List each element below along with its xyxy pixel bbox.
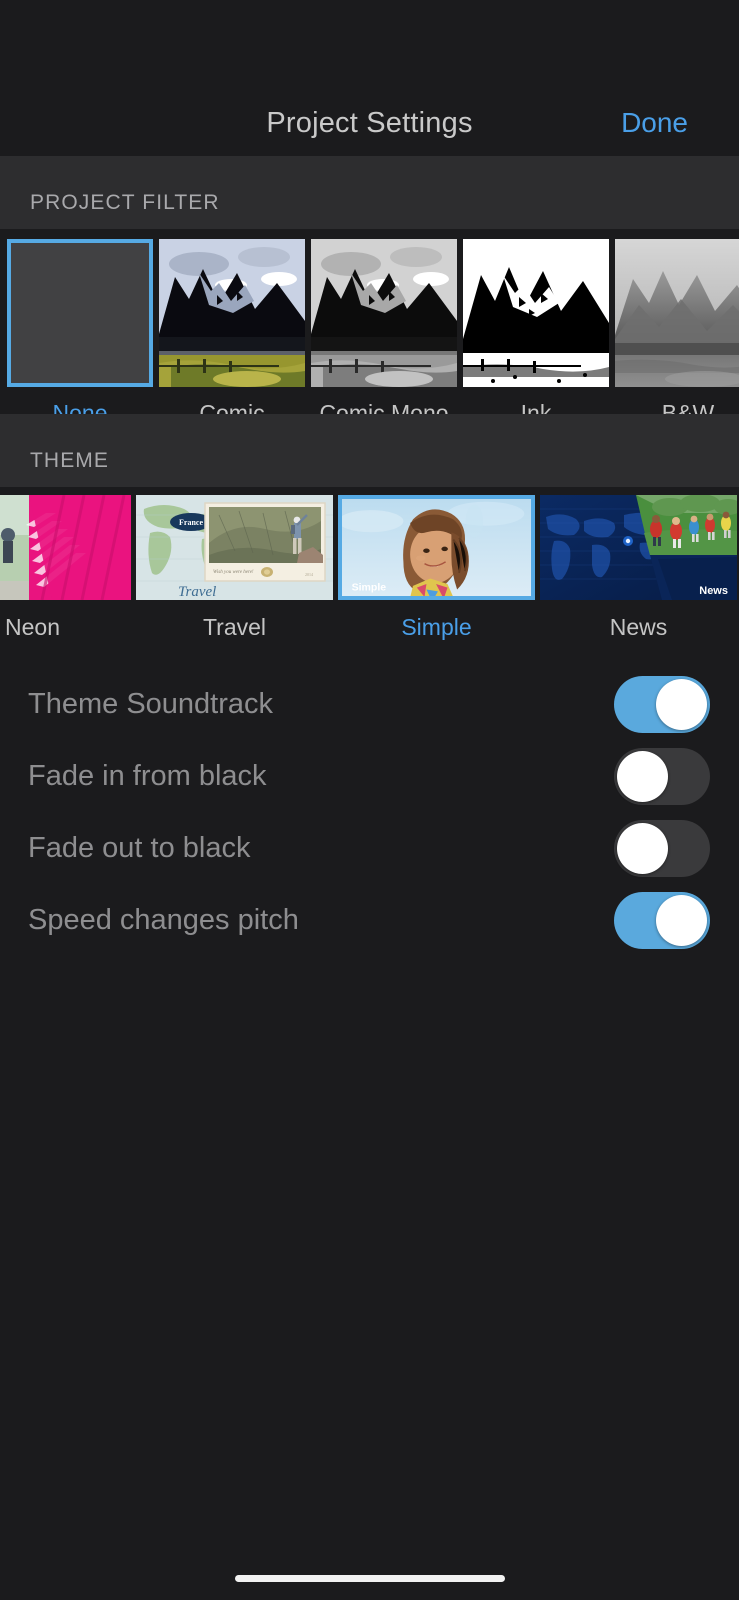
theme-item-neon[interactable]: Neon xyxy=(0,495,131,641)
toggle-fade-out-to-black[interactable] xyxy=(614,819,710,877)
toggle-knob xyxy=(617,822,668,874)
toggle-knob xyxy=(656,678,707,730)
theme-strip[interactable]: Neon France Wish you were here! 2014 Tra… xyxy=(0,487,739,662)
filter-item-comic[interactable]: Comic xyxy=(159,239,305,414)
filter-thumbnail-none xyxy=(7,239,153,387)
settings-rows-list: Theme Soundtrack Fade in from black Fade… xyxy=(0,662,739,956)
svg-text:2014: 2014 xyxy=(305,572,313,577)
theme-caption-simple: Simple xyxy=(352,583,387,594)
theme-thumbnail-neon xyxy=(0,495,131,600)
row-fade-in-from-black[interactable]: Fade in from black xyxy=(0,740,739,812)
page-title: Project Settings xyxy=(266,106,473,139)
theme-item-news[interactable]: News News xyxy=(540,495,737,641)
toggle-speed-changes-pitch[interactable] xyxy=(614,891,710,949)
filter-thumbnail-ink xyxy=(463,239,609,387)
filter-item-bw[interactable]: B&W xyxy=(615,239,739,414)
theme-thumbnail-simple: Simple xyxy=(338,495,535,600)
filter-label-comic: Comic xyxy=(199,400,265,414)
filter-item-none[interactable]: None xyxy=(7,239,153,414)
done-button[interactable]: Done xyxy=(621,107,688,139)
theme-thumbnail-travel: France Wish you were here! 2014 Travel xyxy=(136,495,333,600)
toggle-theme-soundtrack[interactable] xyxy=(614,675,710,733)
row-label-speed-changes-pitch: Speed changes pitch xyxy=(28,903,299,936)
svg-text:Travel: Travel xyxy=(178,584,216,600)
theme-label-travel: Travel xyxy=(202,614,267,640)
theme-header-label: THEME xyxy=(30,449,109,472)
row-fade-out-to-black[interactable]: Fade out to black xyxy=(0,812,739,884)
toggle-fade-in-from-black[interactable] xyxy=(614,747,710,805)
filter-thumbnail-bw xyxy=(615,239,739,387)
row-label-fade-in-from-black: Fade in from black xyxy=(28,759,267,792)
theme-thumbnail-news: News xyxy=(540,495,737,600)
row-label-theme-soundtrack: Theme Soundtrack xyxy=(28,687,274,720)
project-filter-section-header: PROJECT FILTER xyxy=(0,156,739,229)
theme-list: Neon France Wish you were here! 2014 Tra… xyxy=(0,495,737,641)
home-indicator[interactable] xyxy=(234,1575,505,1582)
navigation-bar: Project Settings Done xyxy=(0,90,739,156)
svg-text:Wish you were here!: Wish you were here! xyxy=(213,570,254,575)
toggle-knob xyxy=(617,750,668,802)
theme-item-simple[interactable]: Simple Simple xyxy=(338,495,535,641)
theme-caption-news: News xyxy=(699,585,728,597)
filter-label-bw: B&W xyxy=(661,400,715,414)
filter-item-comic-mono[interactable]: Comic Mono xyxy=(311,239,457,414)
project-filter-list: None Comic Comic Mono Ink B&W xyxy=(7,239,739,414)
theme-label-simple: Simple xyxy=(401,614,472,640)
svg-text:France: France xyxy=(179,518,203,527)
filter-thumbnail-comic xyxy=(159,239,305,387)
filter-label-ink: Ink xyxy=(520,400,552,414)
row-theme-soundtrack[interactable]: Theme Soundtrack xyxy=(0,668,739,740)
filter-thumbnail-comic-mono xyxy=(311,239,457,387)
status-bar xyxy=(0,0,739,90)
project-filter-strip[interactable]: None Comic Comic Mono Ink B&W xyxy=(0,229,739,414)
theme-section-header: THEME xyxy=(0,414,739,487)
toggle-knob xyxy=(656,894,707,946)
row-speed-changes-pitch[interactable]: Speed changes pitch xyxy=(0,884,739,956)
theme-label-news: News xyxy=(609,614,668,640)
row-label-fade-out-to-black: Fade out to black xyxy=(28,831,251,864)
filter-item-ink[interactable]: Ink xyxy=(463,239,609,414)
theme-label-neon: Neon xyxy=(5,614,60,640)
theme-item-travel[interactable]: France Wish you were here! 2014 Travel T… xyxy=(136,495,333,641)
filter-label-none: None xyxy=(52,400,108,414)
project-filter-header-label: PROJECT FILTER xyxy=(30,191,220,214)
filter-label-comic-mono: Comic Mono xyxy=(319,400,449,414)
